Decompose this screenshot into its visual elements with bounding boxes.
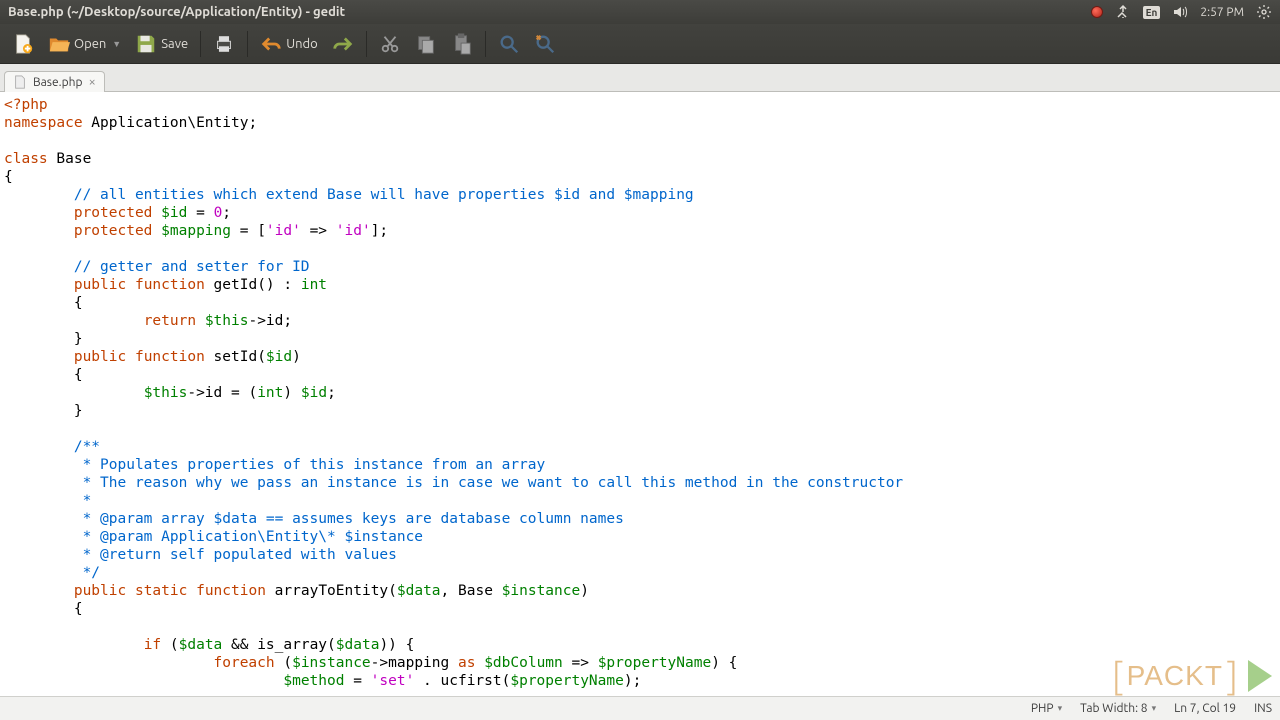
- document-tabbar: Base.php ×: [0, 64, 1280, 92]
- record-icon[interactable]: [1091, 6, 1103, 18]
- tab-label: Base.php: [33, 76, 82, 89]
- main-toolbar: Open ▼ Save Undo: [0, 24, 1280, 64]
- cut-button[interactable]: [373, 29, 407, 59]
- open-label: Open: [74, 37, 106, 51]
- code-editor[interactable]: <?php namespace Application\Entity; clas…: [0, 92, 1280, 692]
- paste-button[interactable]: [445, 29, 479, 59]
- clock[interactable]: 2:57 PM: [1200, 6, 1244, 19]
- tab-base-php[interactable]: Base.php ×: [4, 71, 105, 92]
- settings-gear-icon[interactable]: [1256, 4, 1272, 20]
- copy-button[interactable]: [409, 29, 443, 59]
- print-button[interactable]: [207, 29, 241, 59]
- redo-button[interactable]: [326, 29, 360, 59]
- find-replace-button[interactable]: [528, 29, 562, 59]
- packt-watermark: [ PACKT ]: [1112, 655, 1272, 696]
- undo-label: Undo: [286, 37, 318, 51]
- network-icon[interactable]: [1115, 4, 1131, 20]
- window-titlebar: Base.php (~/Desktop/source/Application/E…: [0, 0, 1280, 24]
- save-label: Save: [161, 37, 188, 51]
- open-button[interactable]: Open ▼: [42, 29, 127, 59]
- save-button[interactable]: Save: [129, 29, 194, 59]
- file-icon: [13, 75, 27, 89]
- keyboard-layout-indicator[interactable]: En: [1143, 6, 1161, 19]
- language-mode-selector[interactable]: PHP: [1031, 702, 1062, 715]
- status-bar: PHP Tab Width: 8 Ln 7, Col 19 INS: [0, 696, 1280, 720]
- undo-button[interactable]: Undo: [254, 29, 324, 59]
- find-button[interactable]: [492, 29, 526, 59]
- sound-icon[interactable]: [1172, 4, 1188, 20]
- insert-mode-indicator[interactable]: INS: [1254, 702, 1272, 715]
- window-title: Base.php (~/Desktop/source/Application/E…: [8, 5, 1091, 19]
- tab-width-selector[interactable]: Tab Width: 8: [1080, 702, 1156, 715]
- chevron-down-icon: ▼: [112, 39, 121, 49]
- new-file-button[interactable]: [6, 29, 40, 59]
- close-icon[interactable]: ×: [88, 75, 95, 89]
- play-icon: [1248, 660, 1272, 692]
- cursor-position: Ln 7, Col 19: [1174, 702, 1236, 715]
